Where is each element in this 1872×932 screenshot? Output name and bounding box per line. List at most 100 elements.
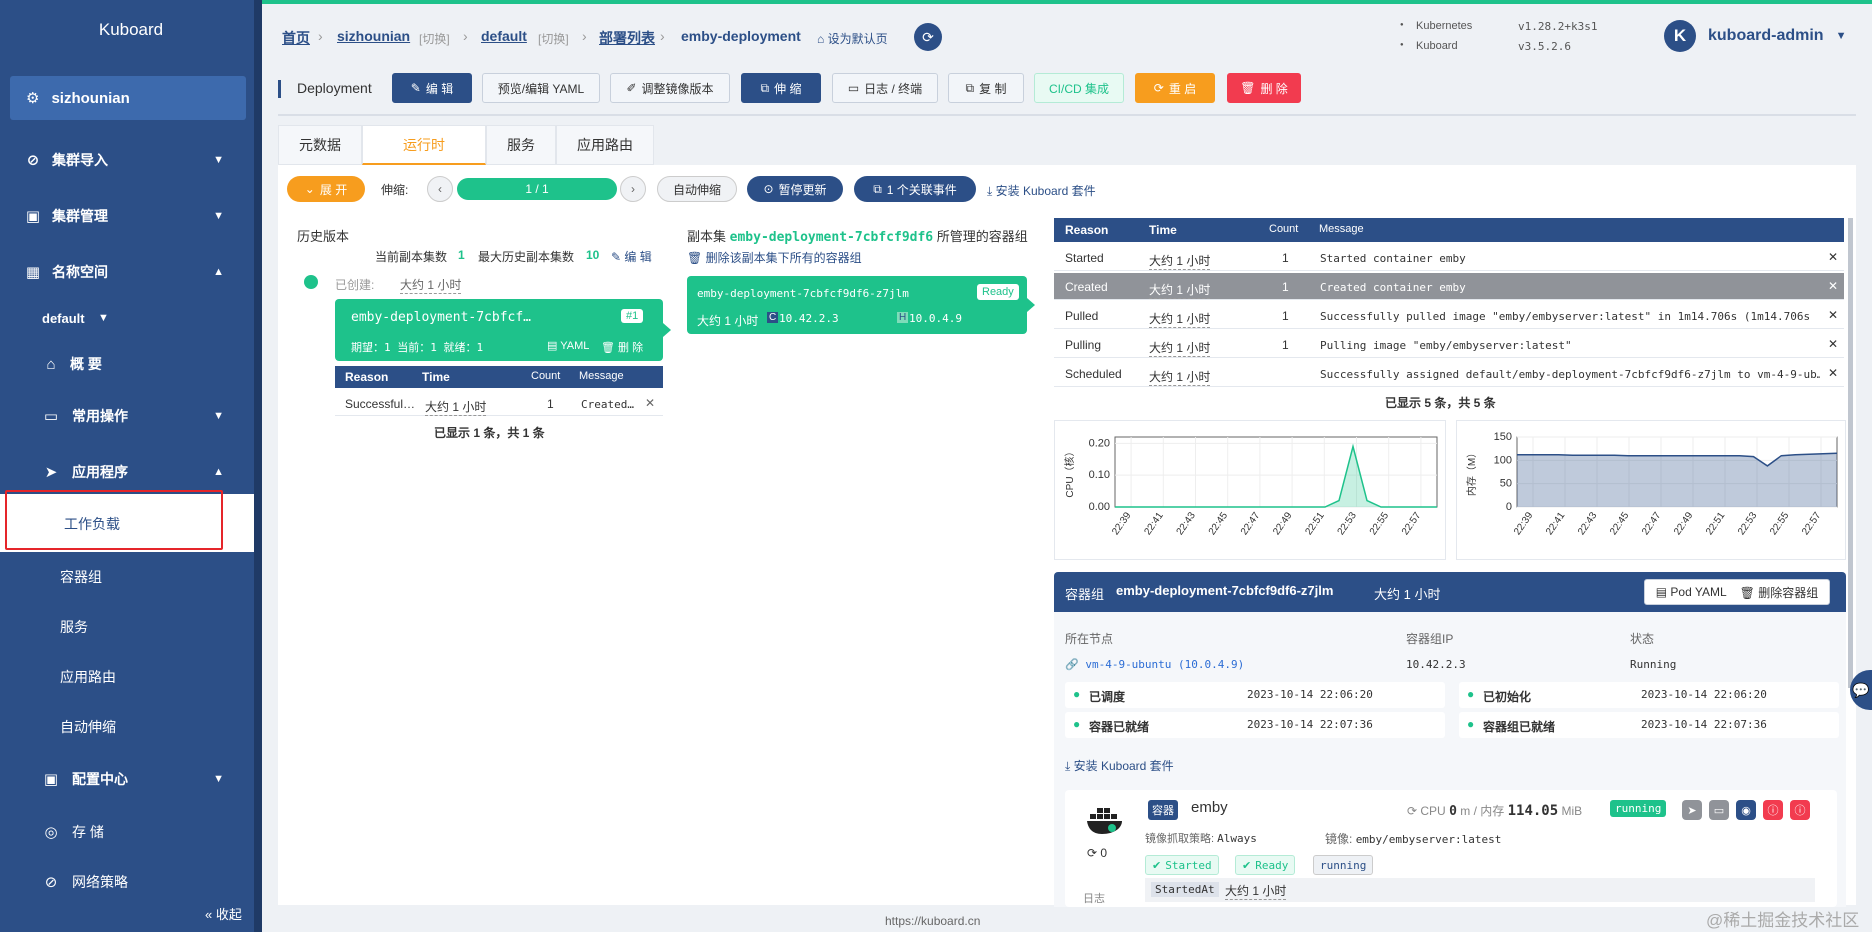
cell-message: Successfully assigned default/emby-deplo… [1320,368,1820,381]
top-accent-line [262,0,1872,4]
sidebar-scrollbar[interactable] [254,0,262,932]
sidebar-item-cluster-import[interactable]: ⊘ 集群导入 ▼ [0,148,246,172]
user-menu[interactable]: K kuboard-admin ▼ [1664,20,1846,52]
cell-count: 1 [1282,251,1289,265]
k8s-label: Kubernetes [1416,20,1473,32]
replicaset-title-name: emby-deployment-7cbfcf9df6 [729,230,934,245]
brand-logo[interactable]: Kuboard [0,20,262,40]
pod-yaml-button[interactable]: ▤ Pod YAML [1656,585,1727,599]
cpu-unit: m / 内存 [1460,804,1505,818]
link-icon: 🔗 [1065,658,1086,671]
sidebar-item-label: 存 储 [72,824,104,840]
scale-slider[interactable]: 1 / 1 [457,178,617,200]
scale-decrease-button[interactable]: ‹ [427,176,453,202]
tab-runtime[interactable]: 运行时 [362,125,486,165]
breadcrumb-cluster-switch[interactable]: [切换] [419,30,450,47]
autoscale-button[interactable]: 自动伸缩 [657,176,737,202]
send-icon[interactable]: ➤ [1682,800,1702,820]
close-icon[interactable]: ✕ [1828,337,1838,351]
edit-button[interactable]: ✎ 编 辑 [392,73,472,103]
namespace-selector[interactable]: default ▼ [0,307,246,329]
cluster-selector[interactable]: ⚙ sizhounian [10,76,246,120]
cpu-chart-panel: 22:39 22:41 22:43 22:45 22:47 22:49 22:51 22:53… [1054,420,1446,560]
breadcrumb-list[interactable]: 部署列表 [599,28,655,48]
tab-ingress[interactable]: 应用路由 [556,125,654,165]
breadcrumb-namespace[interactable]: default [481,28,527,44]
yaml-button[interactable]: 预览/编辑 YAML [482,73,600,103]
tab-services[interactable]: 服务 [486,125,556,165]
table-row: Created 大约 1 小时 1 Created container emby ✕ [1054,273,1844,300]
pod-card[interactable]: emby-deployment-7cbfcf9df6-z7jlm Ready 大… [687,276,1027,334]
pod-ip-icon: C [767,312,779,323]
tab-metadata[interactable]: 元数据 [278,125,362,165]
pod-ip: 10.42.2.3 [779,312,839,325]
breadcrumb-home[interactable]: 首页 [282,28,310,48]
logs-label[interactable]: 日志 [1083,890,1105,906]
footer-url[interactable]: https://kuboard.cn [885,914,980,928]
y-axis-label: CPU（核） [1063,446,1076,497]
adjust-image-button[interactable]: ✐ 调整镜像版本 [610,73,730,103]
sidebar-item-overview[interactable]: ⌂ 概 要 [0,352,246,376]
sidebar-item-network-policy[interactable]: ⊘ 网络策略 [0,870,246,894]
delete-button[interactable]: 🗑 删 除 [1227,73,1301,103]
terminal-icon[interactable]: ▭ [1709,800,1729,820]
avatar: K [1664,20,1696,52]
logs-button[interactable]: ▭ 日志 / 终端 [832,73,938,103]
cell-reason: Started [1065,251,1104,265]
y-tick-label: 150 [1494,431,1512,443]
memory-unit: MiB [1561,804,1583,818]
scale-button[interactable]: ⧉ 伸 缩 [741,73,821,103]
x-tick-label: 22:55 [1368,510,1392,537]
alert-icon[interactable]: ⓘ [1790,800,1810,820]
history-edit-link[interactable]: ✎ 编 辑 [611,248,652,265]
close-icon[interactable]: ✕ [1828,279,1838,293]
events-scrollbar[interactable] [1848,218,1853,688]
button-label: 删除容器组 [1758,585,1819,600]
x-tick-label: 22:45 [1207,510,1231,537]
delete-pod-button[interactable]: 🗑 删除容器组 [1740,584,1819,601]
sidebar-item-namespace[interactable]: ▦ 名称空间 ▲ [0,260,246,284]
close-icon[interactable]: ✕ [1828,250,1838,264]
close-icon[interactable]: ✕ [1828,366,1838,380]
scale-increase-button[interactable]: › [620,176,646,202]
set-default-link[interactable]: ⌂ 设为默认页 [817,30,888,47]
cpu-value: 0 [1449,804,1457,819]
info-icon[interactable]: ⓘ [1763,800,1783,820]
expand-button[interactable]: ⌄ 展 开 [287,176,365,202]
replicaset-card[interactable]: emby-deployment-7cbfcf… #1 期望：1 当前：1 就绪：… [335,299,663,361]
pod-install-kuboard-link[interactable]: ⤓ 安装 Kuboard 套件 [1065,757,1174,774]
sidebar-item-config[interactable]: ▣ 配置中心 ▼ [0,767,246,791]
pause-update-button[interactable]: ⊙ 暂停更新 [747,176,843,202]
link-label: 删 除 [618,342,644,354]
events-button[interactable]: ⧉ 1 个关联事件 [854,176,976,202]
replicaset-delete-link[interactable]: 🗑 删 除 [601,339,643,355]
sidebar-item-applications[interactable]: ➤ 应用程序 ▲ [0,460,246,484]
install-kuboard-link[interactable]: ⤓ 安装 Kuboard 套件 [987,182,1096,199]
events-header: Reason Time Count Message [1054,218,1844,242]
card-arrow [663,323,671,337]
sidebar-item-cluster-manage[interactable]: ▣ 集群管理 ▼ [0,204,246,228]
sidebar-item-label: 集群导入 [52,152,108,168]
column-header: Count [531,370,561,382]
collapse-button[interactable]: « 收起 [205,904,242,923]
close-icon[interactable]: ✕ [1828,308,1838,322]
refresh-icon[interactable]: ⟳ [914,23,942,51]
restart-button[interactable]: ⟳ 重 启 [1135,73,1215,103]
event-icon: ⧉ [873,181,882,196]
download-icon: ⤓ [987,184,996,198]
database-icon[interactable]: ◉ [1736,800,1756,820]
x-tick-label: 22:45 [1608,510,1632,537]
replicaset-yaml-link[interactable]: ▤ YAML [547,339,589,352]
delete-all-pods-link[interactable]: 🗑 删除该副本集下所有的容器组 [687,249,862,266]
sidebar-item-common-ops[interactable]: ▭ 常用操作 ▼ [0,404,246,428]
button-label: 调整镜像版本 [641,81,714,96]
node-link[interactable]: 🔗 vm-4-9-ubuntu (10.0.4.9) [1065,658,1244,671]
sidebar-item-label: 容器组 [60,569,102,585]
copy-button[interactable]: ⧉ 复 制 [948,73,1024,103]
sidebar-item-storage[interactable]: ◎ 存 储 [0,820,246,844]
breadcrumb-cluster[interactable]: sizhounian [337,28,410,44]
close-icon[interactable]: ✕ [645,396,655,410]
breadcrumb-namespace-switch[interactable]: [切换] [538,30,569,47]
button-label: 编 辑 [425,81,454,96]
cicd-button[interactable]: CI/CD 集成 [1034,73,1124,103]
